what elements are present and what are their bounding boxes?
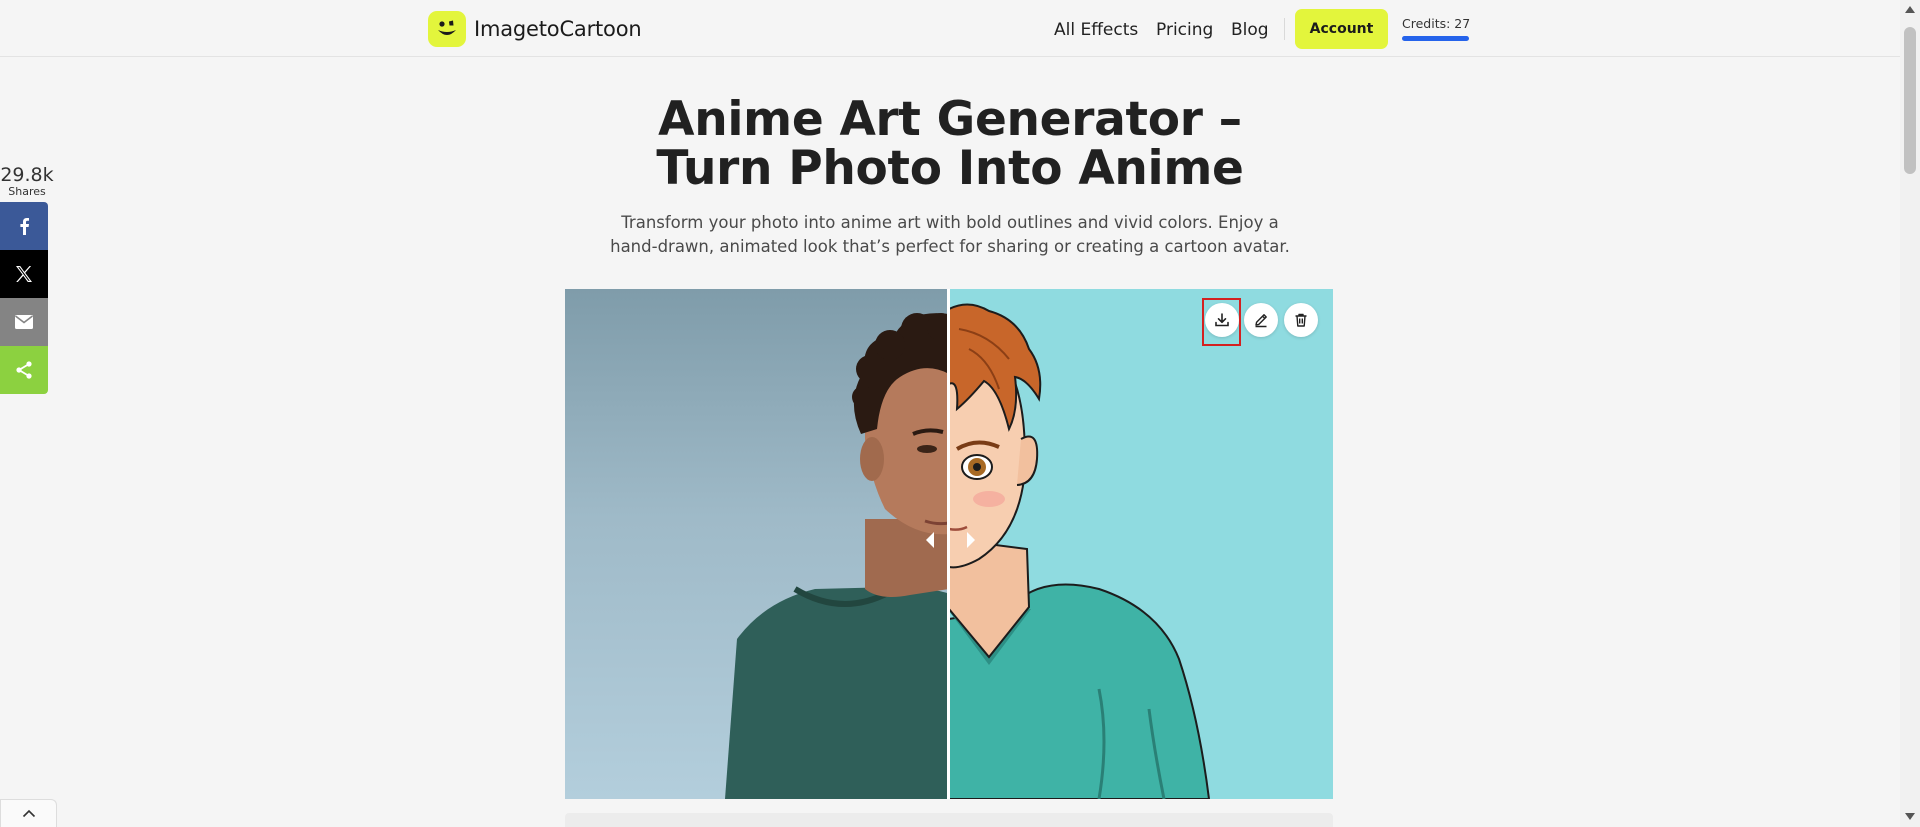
facebook-icon [20, 218, 29, 235]
brand-name: ImagetoCartoon [474, 17, 642, 41]
page-title: Anime Art Generator – Turn Photo Into An… [560, 95, 1340, 193]
nav-divider [1284, 18, 1285, 40]
smiley-logo-icon [428, 11, 466, 47]
before-after-compare[interactable] [565, 289, 1333, 799]
compare-handle-right-icon[interactable] [967, 532, 975, 548]
share-count-number: 29.8k [0, 164, 54, 186]
anime-result-image [949, 289, 1333, 799]
nav-all-effects[interactable]: All Effects [1054, 20, 1138, 40]
compare-handle-left-icon[interactable] [926, 532, 934, 548]
email-icon [15, 315, 33, 329]
share-email-button[interactable] [0, 298, 48, 346]
account-button[interactable]: Account [1295, 9, 1388, 49]
delete-button[interactable] [1284, 303, 1318, 337]
edit-button[interactable] [1244, 303, 1278, 337]
download-highlight-frame [1202, 298, 1241, 346]
share-x-button[interactable] [0, 250, 48, 298]
original-photo [565, 289, 949, 799]
upload-panel-edge [565, 813, 1333, 827]
site-header: ImagetoCartoon All Effects Pricing Blog … [0, 0, 1900, 57]
page-subtitle-line-2: hand-drawn, animated look that’s perfect… [610, 237, 1290, 256]
share-count-label: Shares [8, 185, 46, 198]
back-to-top-button[interactable] [0, 799, 57, 827]
share-count: 29.8k Shares [0, 165, 54, 199]
nav-blog[interactable]: Blog [1231, 20, 1269, 40]
chevron-up-icon [22, 809, 35, 818]
delete-icon [1295, 313, 1307, 327]
scroll-thumb[interactable] [1904, 27, 1916, 174]
share-icon [16, 361, 32, 379]
credits-progress-bar [1402, 36, 1469, 41]
page-subtitle-line-1: Transform your photo into anime art with… [621, 213, 1279, 232]
share-facebook-button[interactable] [0, 202, 48, 250]
scroll-up-arrow-icon[interactable] [1905, 6, 1915, 13]
share-more-button[interactable] [0, 346, 48, 394]
page-title-line-1: Anime Art Generator – [658, 92, 1242, 147]
page-subtitle: Transform your photo into anime art with… [610, 211, 1290, 259]
nav-pricing[interactable]: Pricing [1156, 20, 1213, 40]
compare-divider[interactable] [947, 289, 950, 799]
page-title-line-2: Turn Photo Into Anime [656, 141, 1244, 196]
scroll-down-arrow-icon[interactable] [1905, 813, 1915, 820]
brand-logo[interactable]: ImagetoCartoon [428, 11, 642, 47]
page-scrollbar[interactable] [1900, 0, 1920, 827]
edit-icon [1255, 314, 1267, 328]
credits-label: Credits: 27 [1402, 16, 1471, 31]
x-icon [16, 266, 32, 282]
